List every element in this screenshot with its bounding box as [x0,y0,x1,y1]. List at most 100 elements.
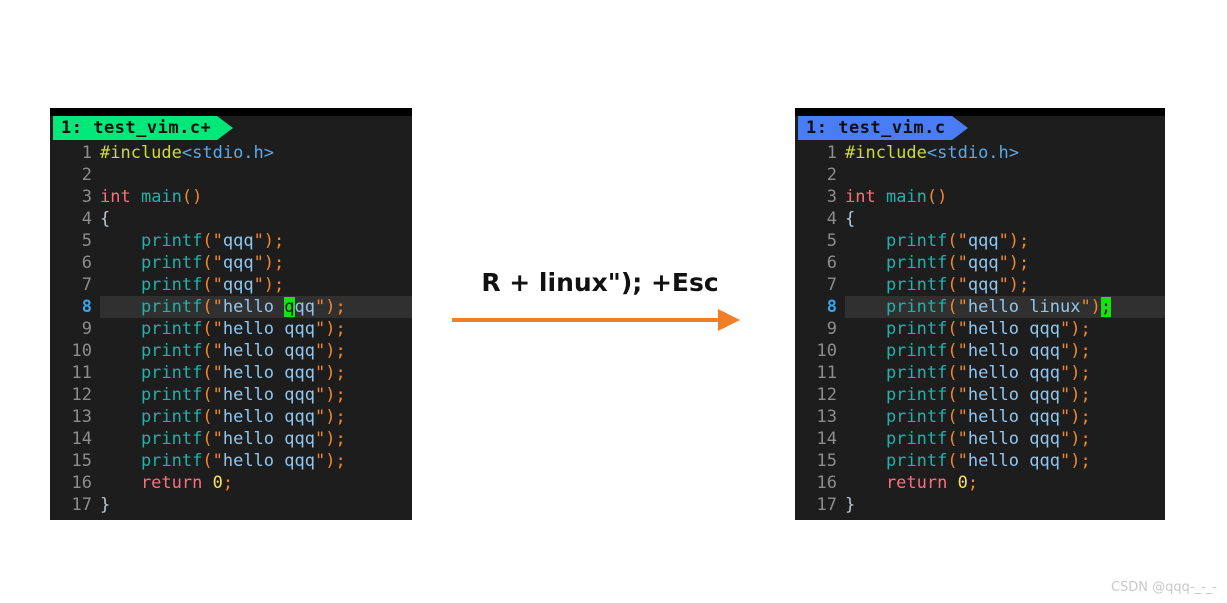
code-line[interactable]: 2 [795,164,1165,186]
code-line[interactable]: 16 return 0; [795,472,1165,494]
code-line[interactable]: 10 printf("hello qqq"); [795,340,1165,362]
line-number: 3 [826,187,837,207]
code-line[interactable]: 12 printf("hello qqq"); [795,384,1165,406]
code-line[interactable]: 5 printf("qqq"); [50,230,412,252]
code-token: hello qqq [222,341,315,361]
code-line[interactable]: 13 printf("hello qqq"); [795,406,1165,428]
line-number: 8 [826,297,837,317]
code-line[interactable]: 7 printf("qqq"); [795,274,1165,296]
code-token: 0 [957,473,968,493]
code-line[interactable]: 1 #include<stdio.h> [50,142,412,164]
code-token: (" [947,451,968,471]
line-content: printf("hello linux"); [845,296,1112,318]
code-token: hello qqq [222,319,315,339]
code-line[interactable]: 17} [50,494,412,516]
code-token: ") [1080,297,1101,317]
line-content: printf("qqq"); [100,252,284,274]
code-token: printf [845,253,948,273]
code-area-before[interactable]: 1 #include<stdio.h> 2 3 int main() 4{5 printf… [50,140,412,516]
tab-label: 1: test_vim.c+ [61,118,212,138]
code-token: hello linux [967,297,1081,317]
code-token: hello qqq [967,407,1060,427]
code-line[interactable]: 16 return 0; [50,472,412,494]
code-line[interactable]: 9 printf("hello qqq"); [795,318,1165,340]
code-line[interactable]: 6 printf("qqq"); [795,252,1165,274]
code-line[interactable]: 9 printf("hello qqq"); [50,318,412,340]
annotation-label: R + linux"); +Esc [481,268,719,297]
line-content: printf("hello qqq"); [100,318,346,340]
line-number: 9 [826,319,837,339]
code-token: printf [845,429,948,449]
code-token: hello qqq [967,451,1060,471]
code-area-after[interactable]: 1 #include<stdio.h> 2 3 int main() 4{5 printf… [795,140,1165,516]
code-token: printf [100,253,203,273]
line-content: } [100,494,110,516]
line-content: printf("hello qqq"); [845,384,1091,406]
code-line[interactable]: 2 [50,164,412,186]
code-line[interactable]: 10 printf("hello qqq"); [50,340,412,362]
line-number: 1 [826,143,837,163]
code-token: "); [1059,319,1091,339]
code-token: } [845,495,856,515]
code-token: "); [253,275,285,295]
code-line[interactable]: 3 int main() [795,186,1165,208]
code-token: hello qqq [967,429,1060,449]
line-number: 14 [816,429,837,449]
code-line[interactable]: 8 printf("hello qqq"); [50,296,412,318]
code-token: "); [314,451,346,471]
line-content: return 0; [100,472,233,494]
line-content: printf("qqq"); [845,252,1029,274]
code-line[interactable]: 7 printf("qqq"); [50,274,412,296]
code-token: printf [100,319,203,339]
code-token: return [100,473,213,493]
code-token: "); [1059,341,1091,361]
code-line[interactable]: 3 int main() [50,186,412,208]
line-content: printf("hello qqq"); [100,428,346,450]
code-line[interactable]: 15 printf("hello qqq"); [50,450,412,472]
code-token: printf [845,385,948,405]
line-number: 7 [826,275,837,295]
code-token: ; [967,473,979,493]
code-line[interactable]: 1 #include<stdio.h> [795,142,1165,164]
code-line[interactable]: 14 printf("hello qqq"); [795,428,1165,450]
line-content: printf("qqq"); [100,274,284,296]
code-token: #include [100,143,182,163]
code-line[interactable]: 12 printf("hello qqq"); [50,384,412,406]
code-line[interactable]: 14 printf("hello qqq"); [50,428,412,450]
line-number: 7 [81,275,92,295]
code-token: hello qqq [967,319,1060,339]
code-token: hello qqq [967,385,1060,405]
code-line[interactable]: 11 printf("hello qqq"); [50,362,412,384]
code-token: int [845,187,886,207]
code-token: qqq [222,231,254,251]
line-content: } [845,494,855,516]
code-token: printf [845,297,948,317]
line-number: 13 [816,407,837,427]
code-token: "); [253,231,285,251]
line-content: #include<stdio.h> [845,142,1019,164]
line-content: printf("hello qqq"); [845,406,1091,428]
code-line[interactable]: 8 printf("hello linux"); [795,296,1165,318]
line-number: 16 [71,473,92,493]
code-line[interactable]: 11 printf("hello qqq"); [795,362,1165,384]
code-line[interactable]: 4{ [50,208,412,230]
code-token: ; [222,473,234,493]
code-token: qqq [967,231,999,251]
code-line[interactable]: 15 printf("hello qqq"); [795,450,1165,472]
code-line[interactable]: 6 printf("qqq"); [50,252,412,274]
code-line[interactable]: 5 printf("qqq"); [795,230,1165,252]
tab-test-vim-c-modified[interactable]: 1: test_vim.c+ [53,116,218,140]
code-line[interactable]: 13 printf("hello qqq"); [50,406,412,428]
code-line[interactable]: 17} [795,494,1165,516]
code-token: hello qqq [222,363,315,383]
code-token: printf [100,275,203,295]
code-token: (" [202,451,223,471]
code-token: printf [100,385,203,405]
editor-panel-before: 1: test_vim.c+ 1 #include<stdio.h> 2 3 int m… [50,108,412,520]
code-token: (" [202,429,223,449]
line-content: int main() [100,186,202,208]
code-line[interactable]: 4{ [795,208,1165,230]
arrow-shaft [452,318,724,322]
code-token: (" [947,385,968,405]
tab-test-vim-c-saved[interactable]: 1: test_vim.c [798,116,952,140]
